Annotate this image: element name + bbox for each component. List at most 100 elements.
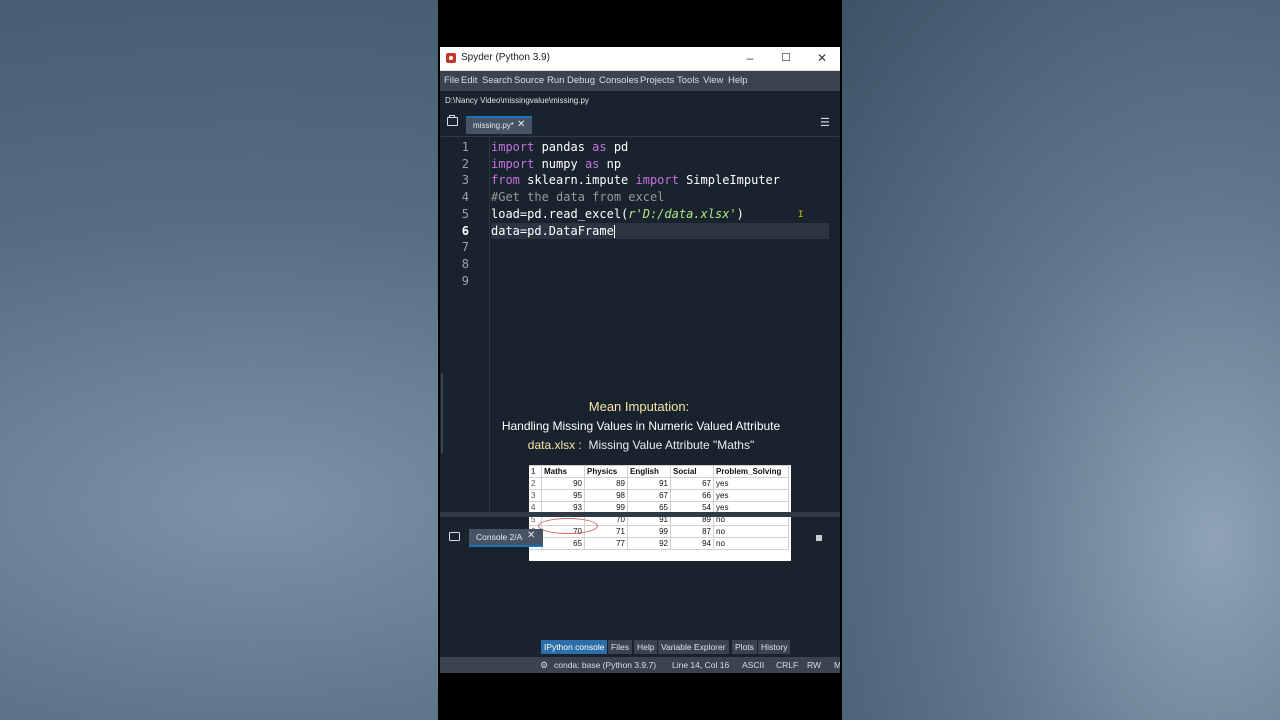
maximize-button[interactable]: ☐ (774, 50, 798, 66)
row-number: 3 (529, 489, 542, 502)
tab-files[interactable]: Files (608, 640, 632, 654)
line-number: 9 (461, 273, 469, 288)
keyword: as (584, 156, 600, 171)
menu-run[interactable]: Run (547, 75, 564, 86)
cell: 67 (670, 477, 714, 490)
pane-splitter[interactable] (440, 512, 840, 517)
tab-history[interactable]: History (758, 640, 791, 654)
line-number: 8 (461, 256, 469, 271)
table-row: 3 95 98 67 66 yes (529, 489, 789, 502)
cell: 66 (670, 489, 714, 502)
status-position: Line 14, Col 16 (672, 660, 730, 670)
editor-tab-strip: missing.py* ✕ ☰ (440, 110, 840, 136)
code-line: #Get the data from excel (491, 189, 831, 206)
menu-debug[interactable]: Debug (567, 75, 595, 86)
cell: 95 (541, 489, 585, 502)
code-text: numpy (534, 156, 585, 171)
options-menu-icon[interactable]: ☰ (820, 116, 830, 129)
status-env[interactable]: conda: base (Python 3.9.7) (554, 660, 656, 670)
code-line-current: data=pd.DataFrame (491, 222, 829, 240)
line-number-current: 6 (461, 223, 469, 238)
tab-plots[interactable]: Plots (732, 640, 757, 654)
tab-missing-py[interactable]: missing.py* ✕ (466, 116, 532, 134)
console-tab-label: Console 2/A (476, 532, 523, 542)
menu-view[interactable]: View (703, 75, 723, 86)
status-mode: RW (807, 660, 822, 670)
keyword: import (635, 173, 679, 188)
column-header: Physics (584, 465, 628, 478)
cell: yes (713, 489, 789, 502)
conda-env-icon: ⚙ (540, 660, 549, 670)
menu-source[interactable]: Source (514, 75, 544, 86)
cell: 67 (627, 489, 671, 502)
console-tab-strip: Console 2/A ✕ (440, 525, 840, 551)
stop-icon[interactable] (816, 535, 822, 541)
keyword: import (491, 140, 535, 154)
menu-edit[interactable]: Edit (461, 75, 477, 86)
mouse-ibeam-cursor: I (798, 210, 804, 220)
string-literal: r'D:/data.xlsx' (628, 206, 737, 221)
overlay-description: Missing Value Attribute "Maths" (588, 438, 755, 452)
table-header-row: 1 Maths Physics English Social Problem_S… (529, 465, 789, 478)
code-line: import pandas as pd (491, 139, 831, 156)
column-header: Maths (541, 465, 585, 478)
status-eol: CRLF (776, 660, 799, 670)
line-number: 3 (461, 173, 469, 188)
cell: yes (713, 477, 789, 490)
minimize-button[interactable]: – (738, 50, 762, 66)
code-text: np (599, 156, 622, 171)
close-console-icon[interactable]: ✕ (527, 530, 535, 541)
file-path: D:\Nancy Video\missingvalue\missing.py (445, 96, 589, 105)
background-right (842, 0, 1280, 720)
code-text: SimpleImputer (678, 173, 781, 188)
tab-console-2a[interactable]: Console 2/A ✕ (469, 529, 543, 547)
row-number: 2 (529, 477, 542, 490)
tab-help[interactable]: Help (634, 640, 658, 654)
working-directory-bar: D:\Nancy Video\missingvalue\missing.py (440, 92, 840, 110)
code-text: pandas (534, 140, 593, 154)
menu-tools[interactable]: Tools (677, 75, 699, 86)
overlay-subtitle: Handling Missing Values in Numeric Value… (501, 419, 781, 433)
menu-help[interactable]: Help (728, 75, 748, 86)
status-bar: ⚙ conda: base (Python 3.9.7) Line 14, Co… (440, 657, 840, 673)
column-header: Problem_Solving (713, 465, 789, 478)
browse-consoles-icon[interactable] (449, 532, 460, 541)
keyword: as (592, 140, 607, 154)
browse-tabs-icon[interactable] (447, 115, 458, 126)
tab-variable-explorer[interactable]: Variable Explorer (658, 640, 729, 654)
code-line: from sklearn.impute import SimpleImputer (491, 172, 831, 189)
editor-scroll-indicator[interactable] (441, 373, 443, 453)
code-text: load=pd.read_excel( (491, 206, 629, 221)
code-line: import numpy as np (491, 156, 831, 173)
text-cursor (613, 224, 615, 238)
column-header: English (627, 465, 671, 478)
code-text: pd (606, 140, 629, 154)
row-number: 1 (529, 465, 542, 478)
code-line: load=pd.read_excel(r'D:/data.xlsx') (491, 206, 831, 223)
cell: 98 (584, 489, 628, 502)
keyword: import (491, 156, 535, 171)
overlay-filename: data.xlsx : (527, 438, 582, 452)
status-encoding: ASCII (742, 660, 765, 670)
spyder-app-icon (446, 53, 456, 63)
code-comment: #Get the data from excel (491, 190, 665, 205)
menu-file[interactable]: File (444, 75, 459, 86)
spyder-window: Spyder (Python 3.9) – ☐ ✕ File Edit Sear… (440, 47, 840, 673)
column-header: Social (670, 465, 714, 478)
close-window-button[interactable]: ✕ (810, 50, 834, 66)
table-row: 2 90 89 91 67 yes (529, 477, 789, 490)
line-number: 7 (461, 240, 469, 255)
code-editor[interactable]: 1 2 3 4 5 6 7 8 9 import pandas as pd im… (441, 136, 839, 561)
overlay-title: Mean Imputation: (588, 399, 690, 414)
menu-consoles[interactable]: Consoles (599, 75, 639, 86)
status-memory: M (834, 660, 840, 670)
cell: 91 (627, 477, 671, 490)
window-title: Spyder (Python 3.9) (461, 52, 550, 63)
tab-label: missing.py* (473, 121, 514, 130)
code-text: data=pd.DataFrame (491, 223, 614, 238)
tab-ipython-console[interactable]: IPython console (541, 640, 608, 654)
line-number-gutter: 1 2 3 4 5 6 7 8 9 (441, 137, 490, 513)
menu-search[interactable]: Search (482, 75, 512, 86)
close-tab-icon[interactable]: ✕ (517, 119, 525, 130)
menu-projects[interactable]: Projects (640, 75, 674, 86)
